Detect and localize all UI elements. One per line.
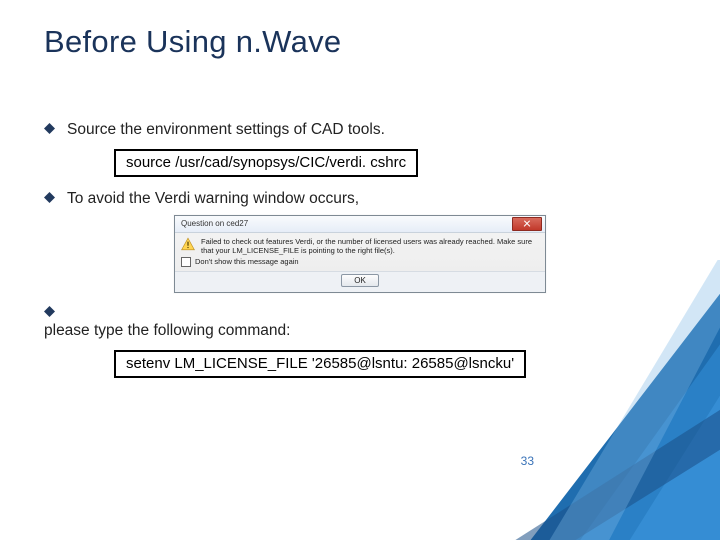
code-box-source: source /usr/cad/synopsys/CIC/verdi. cshr… (114, 149, 418, 177)
slide-body: Source the environment settings of CAD t… (44, 118, 676, 388)
bullet-row: please type the following command: (44, 301, 676, 342)
diamond-bullet-icon (44, 192, 55, 203)
bullet-row: Source the environment settings of CAD t… (44, 118, 676, 141)
diamond-bullet-icon (44, 306, 55, 317)
page-number: 33 (521, 454, 534, 468)
slide-title: Before Using n.Wave (44, 24, 676, 60)
ok-button[interactable]: OK (341, 274, 379, 287)
checkbox[interactable] (181, 257, 191, 267)
code-box-setenv: setenv LM_LICENSE_FILE '26585@lsntu: 265… (114, 350, 526, 378)
bullet-row: To avoid the Verdi warning window occurs… (44, 187, 676, 210)
bullet-text: Source the environment settings of CAD t… (67, 118, 385, 141)
warning-icon (181, 237, 195, 251)
diamond-bullet-icon (44, 123, 55, 134)
dialog-button-row: OK (175, 271, 545, 292)
bullet-text: To avoid the Verdi warning window occurs… (67, 187, 359, 210)
slide: Before Using n.Wave Source the environme… (0, 0, 720, 540)
dialog-title: Question on ced27 (178, 219, 512, 228)
warning-dialog: Question on ced27 Failed to check out fe… (174, 215, 546, 293)
bullet-text: please type the following command: (44, 319, 290, 342)
dialog-titlebar: Question on ced27 (175, 216, 545, 233)
close-icon[interactable] (512, 217, 542, 231)
dialog-body: Failed to check out features Verdi, or t… (175, 233, 545, 257)
dialog-message: Failed to check out features Verdi, or t… (201, 237, 539, 255)
checkbox-label: Don't show this message again (195, 257, 299, 266)
dialog-checkbox-row: Don't show this message again (175, 257, 545, 271)
